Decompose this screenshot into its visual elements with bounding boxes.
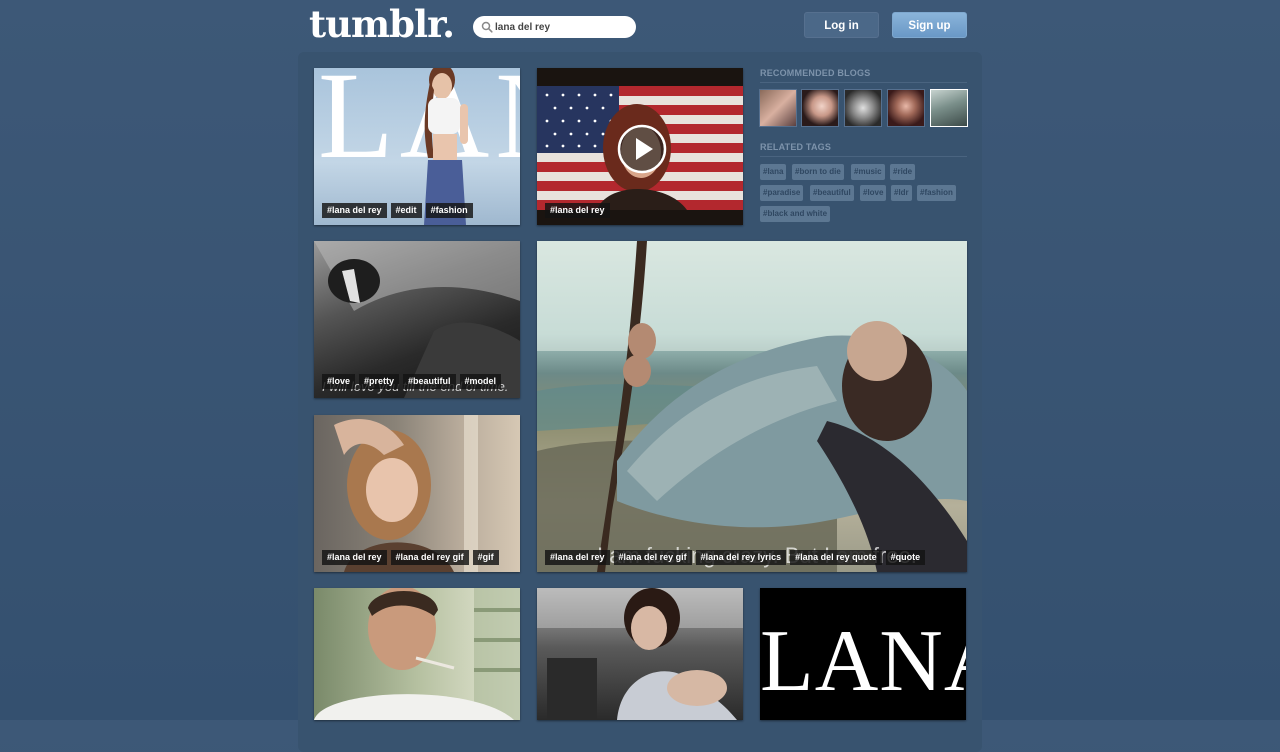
swing-scene-image	[537, 241, 967, 572]
related-tag[interactable]: #born to die	[792, 164, 844, 180]
post-tile[interactable]: #lana del rey #lana del rey gif #gif	[314, 415, 520, 572]
post-tags: #lana del rey #lana del rey gif #gif	[322, 550, 499, 565]
divider	[760, 82, 967, 83]
related-tag[interactable]: #ride	[890, 164, 916, 180]
blog-avatar[interactable]	[930, 89, 968, 127]
login-button[interactable]: Log in	[804, 12, 879, 38]
signup-button[interactable]: Sign up	[892, 12, 967, 38]
search-icon	[481, 21, 493, 33]
recommended-blogs-title: RECOMMENDED BLOGS	[760, 68, 871, 78]
tag-link[interactable]: #gif	[472, 550, 499, 565]
related-tag[interactable]: #beautiful	[810, 185, 854, 201]
tag-link[interactable]: #model	[459, 374, 502, 389]
tag-link[interactable]: #love	[322, 374, 356, 389]
blog-avatar[interactable]	[887, 89, 925, 127]
model-figure-image	[424, 68, 468, 225]
tag-link[interactable]: #lana del rey	[545, 550, 610, 565]
post-tags: #lana del rey #lana del rey gif #lana de…	[545, 550, 926, 565]
related-tag[interactable]: #black and white	[760, 206, 831, 222]
tag-link[interactable]: #beautiful	[403, 374, 456, 389]
post-tile-video[interactable]: #lana del rey	[537, 68, 743, 225]
post-tile-featured[interactable]: I am fucking crazy. But I am free. #lana…	[537, 241, 967, 572]
related-tag[interactable]: #paradise	[760, 185, 804, 201]
tag-link[interactable]: #quote	[885, 550, 926, 565]
tumblr-logo[interactable]: tumblr.	[309, 1, 455, 47]
post-tags: #love #pretty #beautiful #model	[322, 374, 502, 389]
post-tile[interactable]	[314, 588, 520, 720]
post-tile[interactable]: LANA	[760, 588, 966, 720]
top-bar: tumblr. Log in Sign up	[0, 0, 1280, 52]
post-tile[interactable]: LANA #lana del rey #edit #fashion	[314, 68, 520, 225]
tag-link[interactable]: #lana del rey lyrics	[695, 550, 787, 565]
tag-link[interactable]: #pretty	[359, 374, 400, 389]
portrait-image	[334, 415, 478, 572]
tag-link[interactable]: #edit	[390, 203, 422, 218]
post-tile[interactable]	[537, 588, 743, 720]
post-overlay-text: LANA	[760, 613, 966, 710]
tag-link[interactable]: #fashion	[425, 203, 473, 218]
divider	[760, 156, 967, 157]
blog-avatar[interactable]	[801, 89, 839, 127]
blog-avatar[interactable]	[844, 89, 882, 127]
tag-link[interactable]: #lana del rey gif	[390, 550, 469, 565]
tag-link[interactable]: #lana del rey	[322, 550, 387, 565]
tag-link[interactable]: #lana del rey gif	[613, 550, 692, 565]
play-icon[interactable]	[617, 124, 667, 174]
blog-avatar[interactable]	[759, 89, 797, 127]
man-portrait-image	[314, 588, 520, 720]
performer-image	[537, 588, 743, 720]
search-box[interactable]	[473, 16, 636, 38]
tag-link[interactable]: #lana del rey	[545, 203, 610, 218]
related-tag[interactable]: #love	[860, 185, 887, 201]
tag-link[interactable]: #lana del rey	[322, 203, 387, 218]
post-tags: #lana del rey	[545, 203, 610, 218]
related-tags-title: RELATED TAGS	[760, 142, 832, 152]
related-tag[interactable]: #ldr	[891, 185, 912, 201]
related-tag[interactable]: #fashion	[917, 185, 956, 201]
post-tags: #lana del rey #edit #fashion	[322, 203, 473, 218]
tag-link[interactable]: #lana del rey quote	[790, 550, 882, 565]
related-tag[interactable]: #music	[851, 164, 885, 180]
search-input[interactable]	[495, 16, 629, 38]
post-tile[interactable]: I will love you till the end of time. #l…	[314, 241, 520, 398]
related-tag[interactable]: #lana	[760, 164, 787, 180]
